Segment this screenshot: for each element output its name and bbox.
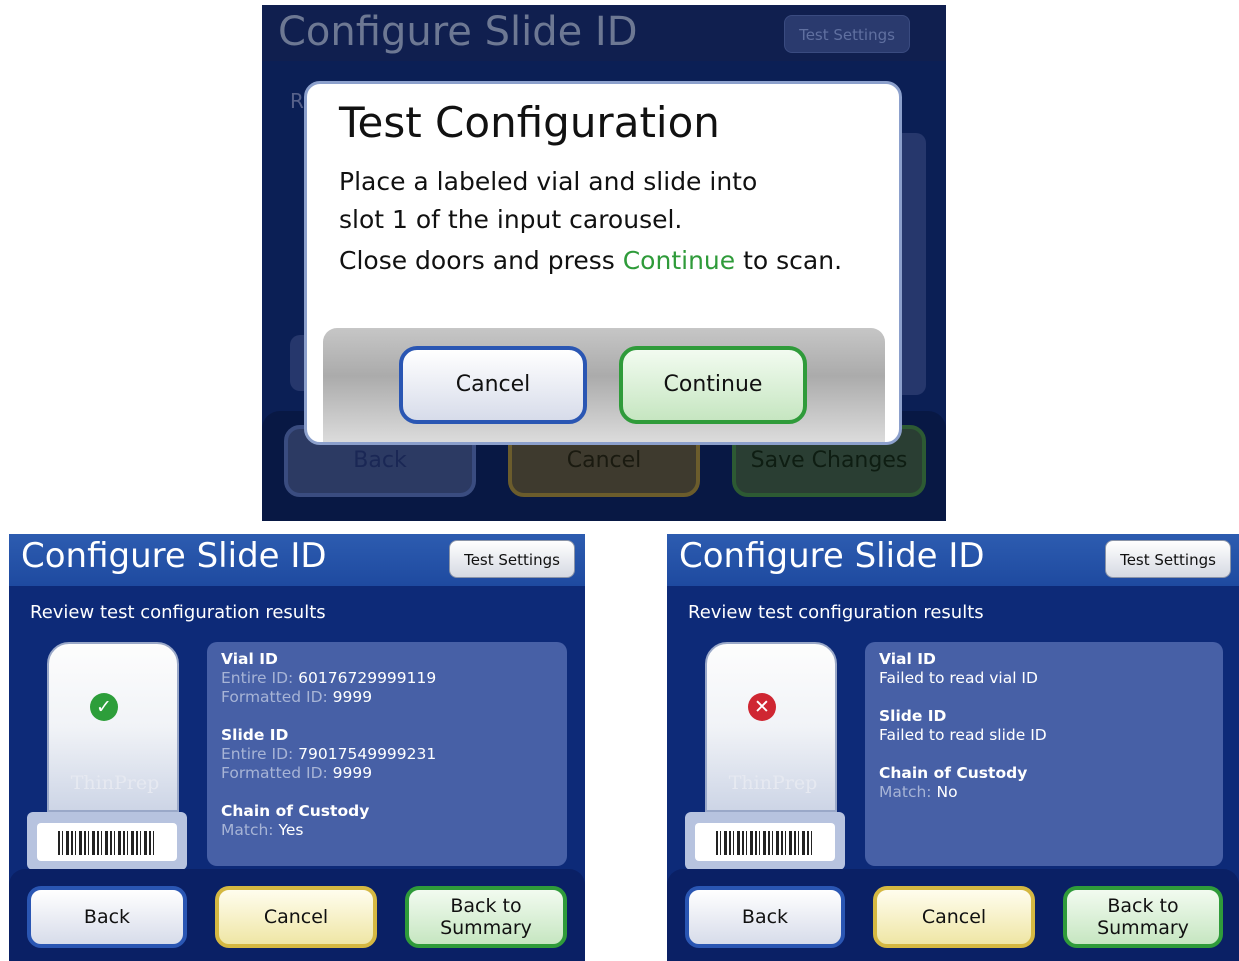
- slide-id-label: Slide ID: [879, 707, 947, 725]
- back-to-summary-button[interactable]: Back to Summary: [405, 886, 567, 948]
- test-settings-button[interactable]: Test Settings: [1105, 540, 1231, 578]
- match-value: No: [936, 783, 958, 801]
- slide-entire-value: 79017549999231: [298, 745, 437, 763]
- dialog-line-1: Place a labeled vial and slide into: [339, 167, 758, 196]
- instruction-text: R: [290, 89, 304, 113]
- button-label-line-2: Summary: [1097, 917, 1189, 939]
- slide-formatted-value: 9999: [332, 764, 373, 782]
- back-button[interactable]: Back: [27, 886, 187, 948]
- slide-formatted-label: Formatted ID:: [221, 764, 328, 782]
- top-screen: Configure Slide ID Test Settings R Back …: [262, 5, 946, 521]
- barcode-icon: [58, 831, 154, 855]
- test-settings-button[interactable]: Test Settings: [784, 15, 910, 53]
- match-label: Match:: [221, 821, 274, 839]
- slide-message: Failed to read slide ID: [879, 726, 1047, 744]
- page-title: Configure Slide ID: [21, 536, 327, 576]
- vial-id-group: Vial ID Entire ID: 60176729999119 Format…: [221, 650, 436, 707]
- checkmark-icon: ✓: [90, 693, 118, 721]
- fail-screen: Configure Slide ID Test Settings Review …: [667, 534, 1239, 961]
- test-configuration-dialog: Test Configuration Place a labeled vial …: [304, 81, 902, 445]
- cancel-button[interactable]: Cancel: [215, 886, 377, 948]
- back-to-summary-button[interactable]: Back to Summary: [1063, 886, 1223, 948]
- slide-id-group: Slide ID Entire ID: 79017549999231 Forma…: [221, 726, 436, 783]
- barcode-icon: [716, 831, 812, 855]
- slide-id-label: Slide ID: [221, 726, 289, 744]
- match-label: Match:: [879, 783, 932, 801]
- slide-id-group: Slide ID Failed to read slide ID: [879, 707, 1047, 745]
- dialog-line-3-end: to scan.: [735, 246, 843, 275]
- test-settings-button[interactable]: Test Settings: [449, 540, 575, 578]
- instruction-text: Review test configuration results: [30, 602, 326, 623]
- error-x-icon: ✕: [748, 693, 776, 721]
- page-title: Configure Slide ID: [278, 9, 638, 55]
- custody-label: Chain of Custody: [879, 764, 1028, 782]
- vial-formatted-value: 9999: [332, 688, 373, 706]
- custody-group: Chain of Custody Match: No: [879, 764, 1027, 802]
- vial-formatted-label: Formatted ID:: [221, 688, 328, 706]
- dialog-continue-button[interactable]: Continue: [619, 346, 807, 424]
- vial-id-label: Vial ID: [879, 650, 936, 668]
- dialog-cancel-button[interactable]: Cancel: [399, 346, 587, 424]
- continue-link-text: Continue: [622, 246, 736, 275]
- dialog-line-2: slot 1 of the input carousel.: [339, 205, 683, 234]
- dialog-line-3: Close doors and press Continue to scan.: [339, 246, 842, 275]
- success-screen: Configure Slide ID Test Settings Review …: [9, 534, 585, 961]
- slide-entire-label: Entire ID:: [221, 745, 294, 763]
- match-value: Yes: [278, 821, 304, 839]
- instruction-text: Review test configuration results: [688, 602, 984, 623]
- custody-group: Chain of Custody Match: Yes: [221, 802, 369, 840]
- back-button[interactable]: Back: [685, 886, 845, 948]
- button-label-line-1: Back to: [450, 895, 522, 917]
- results-panel: Vial ID Entire ID: 60176729999119 Format…: [207, 642, 567, 866]
- button-label-line-1: Back to: [1107, 895, 1179, 917]
- vial-entire-label: Entire ID:: [221, 669, 294, 687]
- vial-brand-text: ThinPrep: [728, 772, 818, 794]
- vial-brand-text: ThinPrep: [70, 772, 160, 794]
- page-title: Configure Slide ID: [679, 536, 985, 576]
- vial-entire-value: 60176729999119: [298, 669, 437, 687]
- button-label-line-2: Summary: [440, 917, 532, 939]
- results-panel: Vial ID Failed to read vial ID Slide ID …: [865, 642, 1223, 866]
- cancel-button[interactable]: Cancel: [873, 886, 1035, 948]
- vial-id-group: Vial ID Failed to read vial ID: [879, 650, 1038, 688]
- dialog-title: Test Configuration: [339, 98, 720, 147]
- vial-message: Failed to read vial ID: [879, 669, 1038, 687]
- custody-label: Chain of Custody: [221, 802, 370, 820]
- vial-id-label: Vial ID: [221, 650, 278, 668]
- dialog-line-3-start: Close doors and press: [339, 246, 623, 275]
